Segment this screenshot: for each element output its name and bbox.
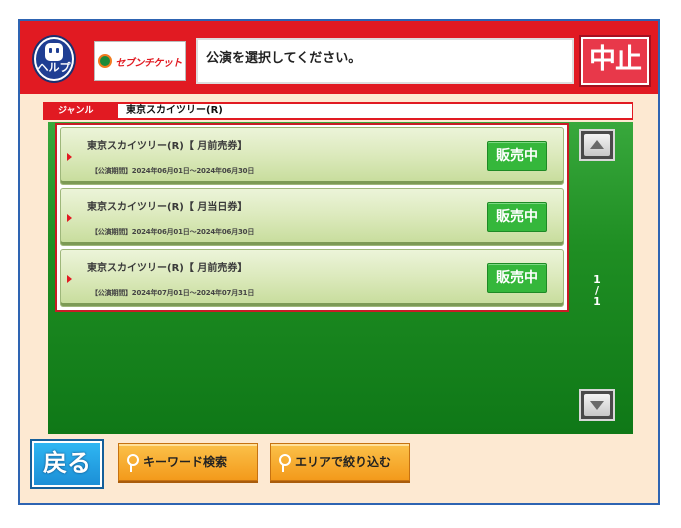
event-title: 東京スカイツリー(R)【 月当日券】 (87, 202, 248, 213)
genre-bar: ジャンル 東京スカイツリー(R) (43, 102, 633, 120)
scroll-down-face (584, 394, 610, 416)
scroll-up-button[interactable] (579, 129, 615, 161)
keyword-search-label: キーワード検索 (143, 455, 228, 469)
triangle-up-icon (590, 140, 604, 149)
event-title: 東京スカイツリー(R)【 月前売券】 (87, 263, 248, 274)
help-button[interactable]: ヘルプ (34, 37, 74, 81)
area-filter-label: エリアで絞り込む (295, 455, 392, 469)
stop-button[interactable]: 中止 (581, 37, 649, 85)
seven-ticket-logo: セブンチケット (94, 41, 186, 81)
genre-value: 東京スカイツリー(R) (118, 104, 632, 118)
event-row[interactable]: 東京スカイツリー(R)【 月前売券】 【公演期間】2024年06月01日～202… (60, 127, 564, 185)
triangle-right-icon (67, 275, 72, 283)
header-bar: ヘルプ セブンチケット 公演を選択してください。 中止 (20, 21, 658, 94)
event-list-panel: 東京スカイツリー(R)【 月前売券】 【公演期間】2024年06月01日～202… (48, 122, 633, 434)
triangle-right-icon (67, 214, 72, 222)
event-period: 【公演期間】2024年06月01日～2024年06月30日 (91, 228, 255, 236)
instruction-message: 公演を選択してください。 (196, 38, 574, 84)
genre-label: ジャンル (58, 106, 94, 116)
triangle-down-icon (590, 401, 604, 410)
event-row[interactable]: 東京スカイツリー(R)【 月前売券】 【公演期間】2024年07月01日～202… (60, 249, 564, 307)
event-title: 東京スカイツリー(R)【 月前売券】 (87, 141, 248, 152)
kiosk-screen: ヘルプ セブンチケット 公演を選択してください。 中止 ジャンル 東京スカイツリ… (18, 19, 660, 505)
event-period: 【公演期間】2024年07月01日～2024年07月31日 (91, 289, 255, 297)
help-label: ヘルプ (37, 61, 71, 74)
status-badge: 販売中 (487, 141, 547, 171)
event-row[interactable]: 東京スカイツリー(R)【 月当日券】 【公演期間】2024年06月01日～202… (60, 188, 564, 246)
page-indicator: 1 / 1 (588, 274, 606, 307)
help-face-icon (45, 43, 63, 61)
status-badge: 販売中 (487, 202, 547, 232)
scroll-up-face (584, 134, 610, 156)
event-period: 【公演期間】2024年06月01日～2024年06月30日 (91, 167, 255, 175)
keyword-search-button[interactable]: キーワード検索 (118, 443, 258, 481)
page-total: 1 (593, 295, 601, 308)
area-filter-button[interactable]: エリアで絞り込む (270, 443, 410, 481)
key-search-icon (125, 453, 139, 473)
scroll-down-button[interactable] (579, 389, 615, 421)
back-button[interactable]: 戻る (32, 441, 102, 487)
triangle-right-icon (67, 153, 72, 161)
seven-logo-mark-icon (98, 54, 113, 68)
status-badge: 販売中 (487, 263, 547, 293)
logo-text: セブンチケット (115, 57, 182, 69)
event-list: 東京スカイツリー(R)【 月前売券】 【公演期間】2024年06月01日～202… (55, 123, 569, 312)
key-search-icon (277, 453, 291, 473)
